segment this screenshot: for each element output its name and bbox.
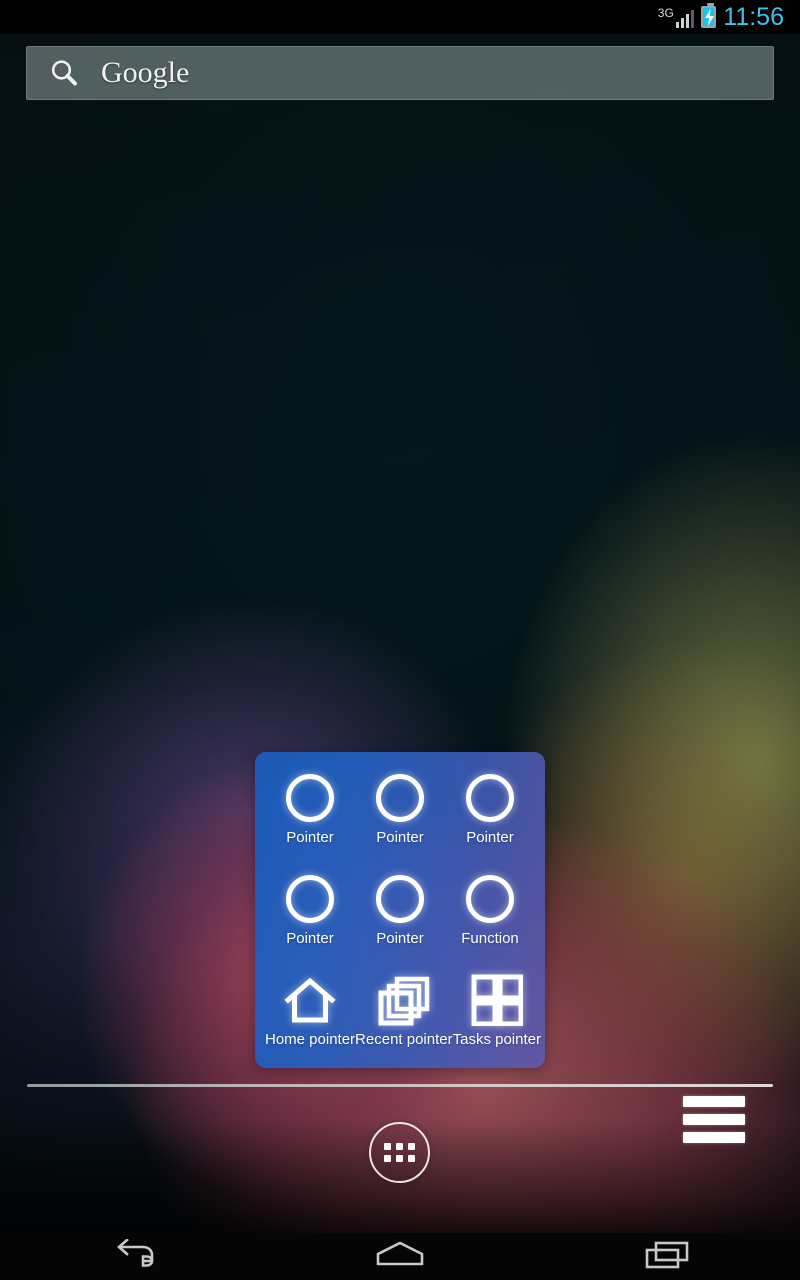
circle-outline-icon (372, 770, 428, 826)
recents-icon (643, 1239, 691, 1274)
status-bar[interactable]: 3G 11:56 (0, 0, 800, 34)
pointer-cell-home[interactable]: Home pointer (265, 972, 355, 1073)
search-placeholder-text: Google (101, 56, 190, 89)
pointer-cell-0-0[interactable]: Pointer (265, 770, 355, 871)
dock-divider (27, 1084, 773, 1087)
panel-row: Pointer Pointer Pointer (265, 770, 535, 871)
pointer-cell-0-2[interactable]: Pointer (445, 770, 535, 871)
home-outline-icon (282, 972, 338, 1028)
cell-label: Pointer (286, 829, 334, 846)
google-search-bar[interactable]: Google (26, 46, 774, 100)
cell-label: Pointer (286, 930, 334, 947)
pointer-cell-tasks[interactable]: Tasks pointer (453, 972, 541, 1073)
panel-row: Home pointer Recent pointer Tasks pointe… (265, 972, 541, 1073)
pointer-cell-recent[interactable]: Recent pointer (355, 972, 453, 1073)
tasks-grid-icon (469, 972, 525, 1028)
network-type-label: 3G (657, 5, 674, 20)
circle-outline-icon (462, 770, 518, 826)
panel-row: Pointer Pointer Function (265, 871, 535, 972)
pointer-panel[interactable]: Pointer Pointer Pointer Pointer Pointer (255, 752, 545, 1068)
battery-charging-icon (701, 3, 717, 28)
hamburger-menu-icon[interactable] (683, 1096, 745, 1143)
circle-outline-icon (462, 871, 518, 927)
cell-label: Home pointer (265, 1031, 356, 1048)
pointer-cell-1-2[interactable]: Function (445, 871, 535, 972)
signal-bars-icon (675, 9, 695, 28)
app-drawer-button[interactable] (369, 1122, 430, 1183)
cell-label: Tasks pointer (452, 1031, 541, 1048)
signal-indicator: 3G (658, 7, 695, 28)
cell-label: Function (461, 930, 519, 947)
cell-label: Pointer (466, 829, 514, 846)
cell-label: Pointer (376, 829, 424, 846)
pointer-cell-1-0[interactable]: Pointer (265, 871, 355, 972)
back-button[interactable] (58, 1233, 208, 1280)
cell-label: Recent pointer (355, 1031, 453, 1048)
device-screen: 3G 11:56 Google Pointer Pointer Pointer … (0, 0, 800, 1280)
home-icon (374, 1239, 426, 1274)
pointer-cell-1-1[interactable]: Pointer (355, 871, 445, 972)
app-drawer-grid-icon (384, 1143, 415, 1162)
pointer-cell-0-1[interactable]: Pointer (355, 770, 445, 871)
circle-outline-icon (372, 871, 428, 927)
status-clock: 11:56 (723, 2, 784, 31)
circle-outline-icon (282, 871, 338, 927)
circle-outline-icon (282, 770, 338, 826)
recents-button[interactable] (592, 1233, 742, 1280)
navigation-bar (0, 1233, 800, 1280)
recent-stack-icon (376, 972, 432, 1028)
back-arrow-icon (110, 1238, 156, 1274)
home-button[interactable] (325, 1233, 475, 1280)
search-icon (49, 58, 79, 88)
cell-label: Pointer (376, 930, 424, 947)
